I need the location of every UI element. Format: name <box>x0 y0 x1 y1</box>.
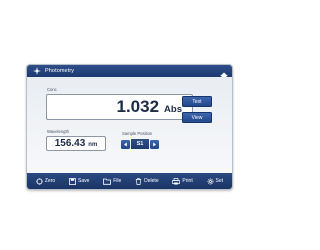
concentration-value: 1.032 <box>116 97 160 116</box>
wavelength-value: 156.43 <box>54 138 86 149</box>
trash-icon <box>135 177 142 185</box>
zero-button[interactable]: Zero <box>36 177 56 185</box>
print-icon <box>172 177 181 184</box>
folder-icon <box>103 178 112 185</box>
set-label: Set <box>215 178 224 184</box>
main-content: Conc 1.032 Abs Text View Wavelength 156.… <box>27 77 232 173</box>
zero-label: Zero <box>44 178 56 184</box>
save-icon <box>69 177 76 185</box>
arrow-left-icon <box>124 142 127 146</box>
instrument-screen: Photometry Conc 1.032 Abs Text View Wave… <box>26 64 233 190</box>
bottom-toolbar: Zero Save File Delete Print Set <box>27 173 232 189</box>
previous-sample-button[interactable] <box>121 139 130 149</box>
wavelength-label: Wavelength <box>47 129 69 134</box>
wavelength-field[interactable]: 156.43 nm <box>46 136 106 151</box>
sample-position-stepper: S1 <box>121 139 159 149</box>
wavelength-unit: nm <box>88 141 98 148</box>
gear-icon <box>207 178 213 184</box>
print-button[interactable]: Print <box>172 177 193 185</box>
set-button[interactable]: Set <box>207 178 224 185</box>
arrow-right-icon <box>153 142 156 146</box>
sparkle-icon <box>31 65 43 77</box>
home-icon[interactable] <box>220 67 228 80</box>
sample-position-value: S1 <box>131 139 149 149</box>
file-button[interactable]: File <box>103 178 121 185</box>
concentration-unit: Abs <box>164 103 182 115</box>
next-sample-button[interactable] <box>150 139 159 149</box>
save-button[interactable]: Save <box>69 177 90 185</box>
delete-label: Delete <box>144 178 159 184</box>
delete-button[interactable]: Delete <box>135 177 159 185</box>
file-label: File <box>113 178 122 184</box>
save-label: Save <box>78 178 90 184</box>
concentration-display: 1.032 Abs <box>46 94 193 120</box>
window-title: Photometry <box>45 68 75 74</box>
sample-position-label: Sample Position <box>122 131 153 136</box>
zero-icon <box>36 177 43 185</box>
title-bar: Photometry <box>27 65 232 80</box>
conc-label: Conc <box>47 87 57 92</box>
text-button[interactable]: Text <box>182 96 212 107</box>
view-button[interactable]: View <box>182 112 212 123</box>
print-label: Print <box>182 178 193 184</box>
